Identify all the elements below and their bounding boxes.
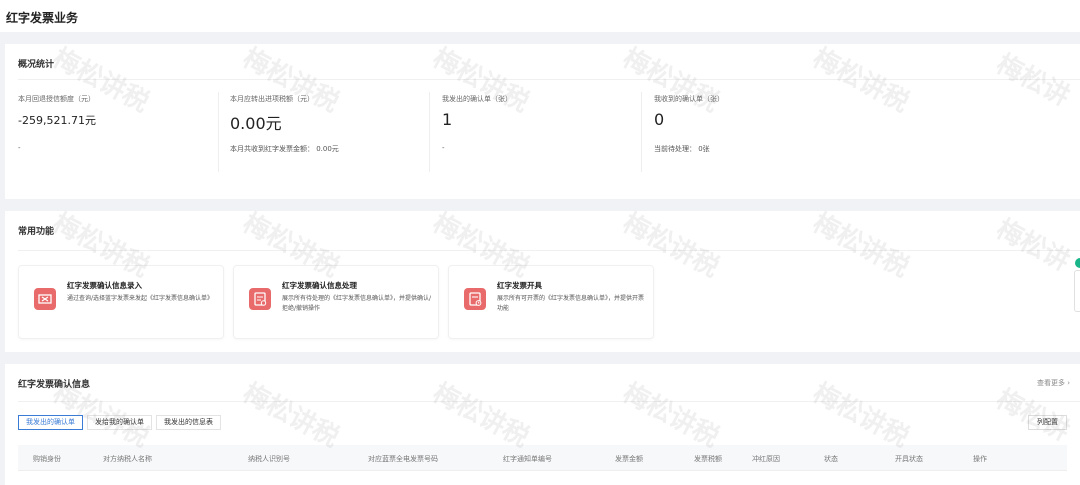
func-desc: 通过查询/选择蓝字发票来发起《红字发票信息确认单》 — [67, 295, 214, 302]
func-title: 红字发票开具 — [497, 281, 542, 290]
stat-value: 0.00元 — [230, 114, 282, 133]
tab-received-confirmations[interactable]: 发给我的确认单 — [87, 415, 152, 430]
page-title: 红字发票业务 — [6, 11, 79, 25]
column-header[interactable]: 纳税人识别号 — [248, 454, 290, 464]
stat-separator — [641, 92, 642, 172]
functions-divider — [18, 250, 1080, 251]
func-title: 红字发票确认信息处理 — [282, 281, 357, 290]
info-title: 红字发票确认信息 — [18, 380, 91, 390]
stat-value: 0 — [654, 110, 665, 129]
invoice-clock-icon — [464, 288, 486, 310]
stat-value: -259,521.71元 — [18, 114, 96, 127]
stat-label: 我发出的确认单（张） — [442, 95, 512, 103]
column-header[interactable]: 对方纳税人名称 — [103, 454, 152, 464]
column-config-button[interactable]: 列配置 — [1028, 415, 1067, 430]
overview-divider — [18, 79, 1080, 80]
float-side-tab[interactable] — [1074, 270, 1080, 312]
stat-label: 我收到的确认单（张） — [654, 95, 724, 103]
stat-input-tax-transfer: 本月应转出进项税额（元） 0.00元 — [230, 94, 314, 134]
func-red-invoice-issue[interactable]: 红字发票开具 展示所有可开票的《红字发票信息确认单》，并提供开票功能 — [448, 265, 654, 339]
confirmation-tabs: 我发出的确认单 发给我的确认单 我发出的信息表 — [18, 415, 221, 430]
column-header[interactable]: 冲红原因 — [752, 454, 780, 464]
document-check-icon — [249, 288, 271, 310]
func-red-invoice-process[interactable]: 红字发票确认信息处理 展示所有待处理的《红字发票信息确认单》，并提供确认/拒绝/… — [233, 265, 439, 339]
stat-sub: 当前待处理： 0张 — [654, 145, 710, 153]
func-red-invoice-entry[interactable]: 红字发票确认信息录入 通过查询/选择蓝字发票来发起《红字发票信息确认单》 — [18, 265, 224, 339]
stat-label: 本月回退授信额度（元） — [18, 95, 95, 103]
float-helper-dot[interactable] — [1075, 258, 1080, 268]
stat-sub: - — [442, 144, 445, 152]
func-title: 红字发票确认信息录入 — [67, 281, 142, 290]
column-header[interactable]: 操作 — [973, 454, 987, 464]
functions-title: 常用功能 — [18, 227, 55, 237]
column-header[interactable]: 红字通知单编号 — [503, 454, 552, 464]
func-desc: 展示所有待处理的《红字发票信息确认单》，并提供确认/拒绝/撤销操作 — [282, 295, 432, 312]
tab-sent-info-sheets[interactable]: 我发出的信息表 — [156, 415, 221, 430]
tab-sent-confirmations[interactable]: 我发出的确认单 — [18, 415, 83, 430]
ticket-icon — [34, 288, 56, 310]
view-more-link[interactable]: 查看更多 › — [1037, 378, 1070, 388]
info-divider — [18, 401, 1080, 402]
page-header: 红字发票业务 — [0, 0, 1080, 32]
overview-card: 概况统计 本月回退授信额度（元） -259,521.71元 - 本月应转出进项税… — [5, 44, 1080, 199]
stat-sent-confirmations: 我发出的确认单（张） 1 — [442, 94, 512, 129]
stat-sub: 本月共收到红字发票金额： 0.00元 — [230, 145, 339, 153]
stat-credit-refund: 本月回退授信额度（元） -259,521.71元 — [18, 94, 96, 128]
functions-card: 常用功能 红字发票确认信息录入 通过查询/选择蓝字发票来发起《红字发票信息确认单… — [5, 211, 1080, 352]
info-card: 红字发票确认信息 查看更多 › 我发出的确认单 发给我的确认单 我发出的信息表 … — [5, 364, 1080, 485]
column-header[interactable]: 发票金额 — [615, 454, 643, 464]
column-header[interactable]: 购销身份 — [33, 454, 61, 464]
stat-separator — [429, 92, 430, 172]
stat-sub: - — [18, 144, 21, 152]
column-header[interactable]: 对应蓝票全电发票号码 — [368, 454, 438, 464]
column-header[interactable]: 状态 — [824, 454, 838, 464]
stat-label: 本月应转出进项税额（元） — [230, 95, 314, 103]
stat-received-confirmations: 我收到的确认单（张） 0 — [654, 94, 724, 129]
stat-value: 1 — [442, 110, 453, 129]
column-header[interactable]: 发票税额 — [694, 454, 722, 464]
stat-separator — [218, 92, 219, 172]
overview-title: 概况统计 — [18, 60, 55, 70]
column-header[interactable]: 开具状态 — [895, 454, 923, 464]
table-header-row: 购销身份 对方纳税人名称 纳税人识别号 对应蓝票全电发票号码 红字通知单编号 发… — [18, 445, 1067, 471]
func-desc: 展示所有可开票的《红字发票信息确认单》，并提供开票功能 — [497, 295, 645, 312]
